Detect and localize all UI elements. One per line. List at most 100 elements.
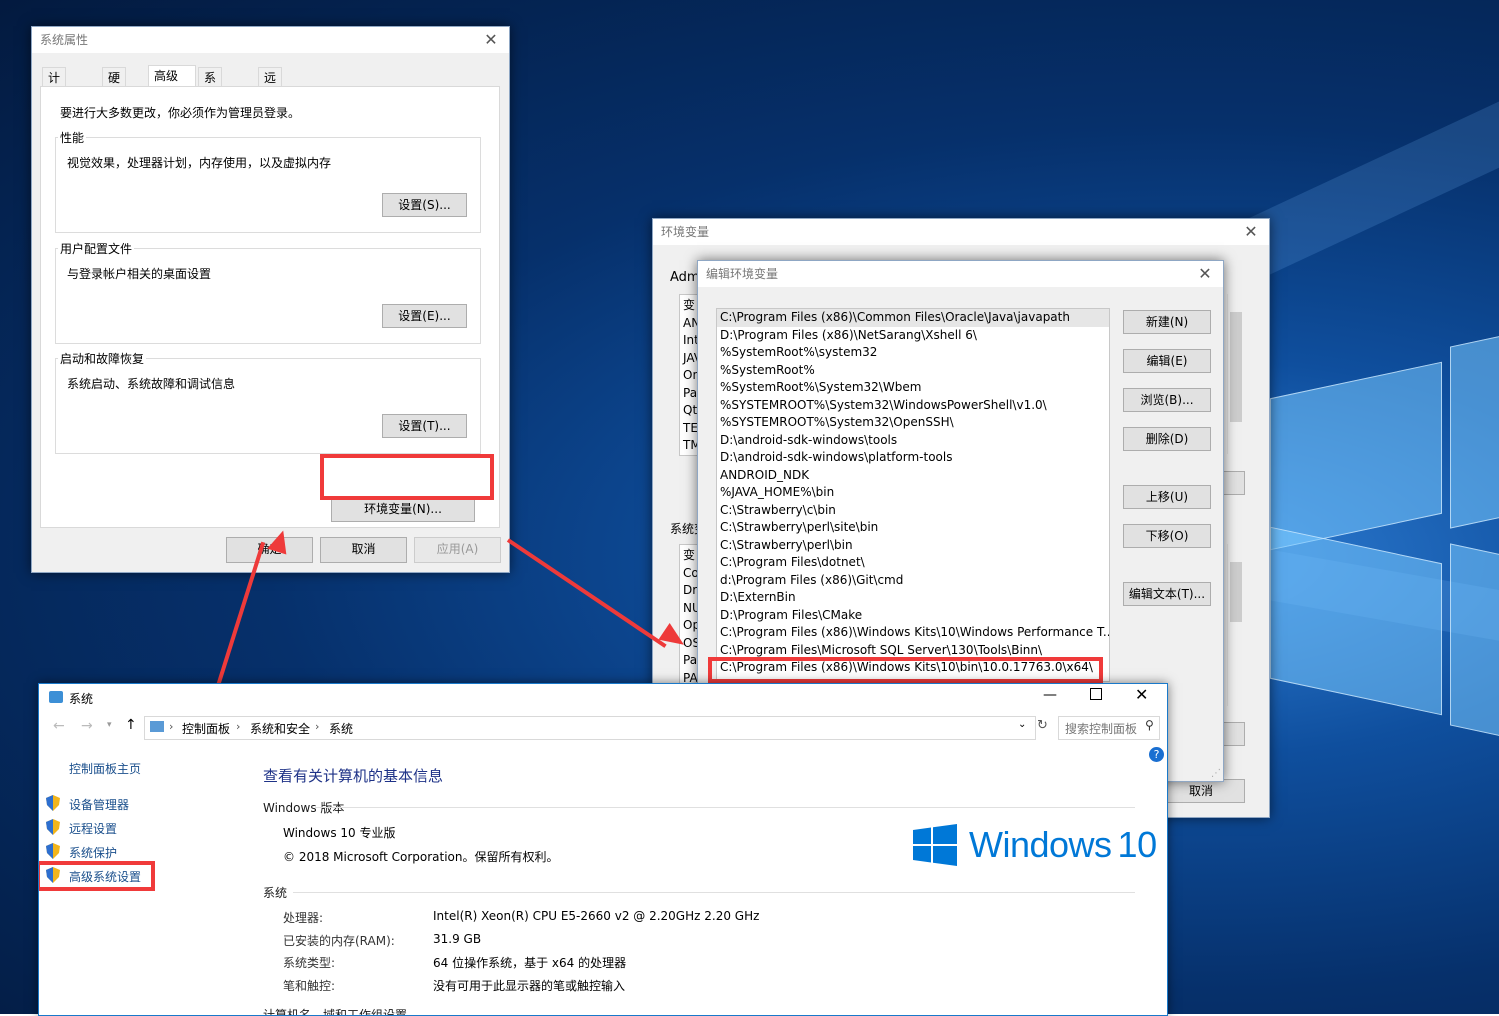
editenv-title: 编辑环境变量 bbox=[706, 267, 779, 281]
copyright: © 2018 Microsoft Corporation。保留所有权利。 bbox=[283, 850, 559, 864]
move-down-button[interactable]: 下移(O) bbox=[1123, 524, 1211, 548]
edition-name: Windows 10 专业版 bbox=[283, 826, 396, 840]
close-icon[interactable]: ✕ bbox=[1195, 261, 1215, 287]
path-list-item[interactable]: %SystemRoot%\system32 bbox=[717, 344, 1109, 362]
close-icon[interactable]: ✕ bbox=[1135, 685, 1148, 704]
scrollbar-thumb[interactable] bbox=[1230, 312, 1242, 422]
shield-icon bbox=[46, 843, 64, 859]
new-button[interactable]: 新建(N) bbox=[1123, 310, 1211, 334]
startup-label: 启动和故障恢复 bbox=[58, 350, 147, 367]
tab-remote[interactable]: 远程 bbox=[258, 67, 283, 105]
breadcrumb-sep-icon: › bbox=[169, 720, 174, 733]
system-vars-scrollbar[interactable] bbox=[1227, 544, 1244, 706]
user-vars-scrollbar[interactable] bbox=[1227, 294, 1244, 454]
windows-10-logo-text: Windows 10 bbox=[969, 824, 1157, 866]
desktop-logo-pane bbox=[1450, 333, 1499, 529]
logo-number: 10 bbox=[1117, 824, 1158, 865]
search-icon[interactable]: ⚲ bbox=[1145, 718, 1154, 732]
apply-button[interactable]: 应用(A) bbox=[414, 537, 501, 563]
system-titlebar: 系统 — ✕ bbox=[39, 684, 1167, 712]
shield-icon bbox=[46, 819, 64, 835]
editenv-titlebar: 编辑环境变量 ✕ bbox=[698, 261, 1223, 287]
highlight-box bbox=[708, 657, 1103, 683]
performance-settings-button[interactable]: 设置(S)... bbox=[382, 193, 467, 217]
startup-settings-button[interactable]: 设置(T)... bbox=[382, 414, 467, 438]
page-title: 查看有关计算机的基本信息 bbox=[263, 767, 444, 785]
edit-button[interactable]: 编辑(E) bbox=[1123, 349, 1211, 373]
breadcrumb-item[interactable]: 系统和安全 bbox=[250, 720, 310, 737]
refresh-icon[interactable]: ↻ bbox=[1037, 718, 1048, 733]
maximize-icon[interactable] bbox=[1090, 688, 1102, 700]
path-list-item[interactable]: C:\Program Files\dotnet\ bbox=[717, 554, 1109, 572]
computer-icon bbox=[49, 691, 63, 703]
profile-settings-button[interactable]: 设置(E)... bbox=[382, 304, 467, 328]
divider bbox=[315, 807, 1135, 808]
sysprops-title: 系统属性 bbox=[40, 33, 89, 47]
path-list-item[interactable]: D:\Program Files\CMake bbox=[717, 607, 1109, 625]
path-list-item[interactable]: C:\Strawberry\c\bin bbox=[717, 502, 1109, 520]
path-list-item[interactable]: %SYSTEMROOT%\System32\WindowsPowerShell\… bbox=[717, 397, 1109, 415]
env-cancel-button[interactable]: 取消 bbox=[1157, 779, 1245, 803]
path-list-item[interactable]: C:\Program Files (x86)\Windows Kits\10\W… bbox=[717, 624, 1109, 642]
spec-label: 系统类型: bbox=[283, 956, 336, 970]
chevron-down-icon[interactable]: ⌄ bbox=[1018, 719, 1026, 730]
startup-desc: 系统启动、系统故障和调试信息 bbox=[67, 377, 236, 391]
path-list-item[interactable]: d:\Program Files (x86)\Git\cmd bbox=[717, 572, 1109, 590]
startup-group: 启动和故障恢复 系统启动、系统故障和调试信息 设置(T)... bbox=[55, 350, 481, 454]
path-list-item[interactable]: C:\Strawberry\perl\site\bin bbox=[717, 519, 1109, 537]
path-list-item[interactable]: C:\Strawberry\perl\bin bbox=[717, 537, 1109, 555]
divider bbox=[293, 892, 1135, 893]
path-list-item[interactable]: D:\android-sdk-windows\platform-tools bbox=[717, 449, 1109, 467]
help-icon[interactable]: ? bbox=[1149, 747, 1164, 762]
recent-dropdown-icon[interactable]: ▾ bbox=[107, 720, 112, 730]
tab-computer-name[interactable]: 计算机名 bbox=[42, 67, 67, 145]
profile-label: 用户配置文件 bbox=[58, 240, 135, 257]
path-list-item[interactable]: ANDROID_NDK bbox=[717, 467, 1109, 485]
profile-group: 用户配置文件 与登录帐户相关的桌面设置 设置(E)... bbox=[55, 240, 481, 344]
breadcrumb-item[interactable]: 控制面板 bbox=[182, 720, 230, 737]
sidebar-home[interactable]: 控制面板主页 bbox=[69, 760, 141, 777]
resize-grip-icon[interactable]: ⋰ bbox=[1211, 768, 1221, 779]
tab-system-protection[interactable]: 系统保护 bbox=[198, 67, 223, 145]
delete-button[interactable]: 删除(D) bbox=[1123, 427, 1211, 451]
sidebar-item-system-protection[interactable]: 系统保护 bbox=[69, 844, 117, 861]
back-icon[interactable]: ← bbox=[53, 718, 65, 734]
path-list-item[interactable]: C:\Program Files (x86)\Common Files\Orac… bbox=[717, 309, 1109, 327]
path-list: C:\Program Files (x86)\Common Files\Orac… bbox=[716, 308, 1110, 682]
up-icon[interactable]: ↑ bbox=[125, 717, 137, 733]
minimize-icon[interactable]: — bbox=[1043, 687, 1057, 703]
address-bar-row: ← → ▾ ↑ › 控制面板 › 系统和安全 › 系统 ⌄ ↻ 搜索控制面板 ⚲ bbox=[39, 715, 1167, 741]
shield-icon bbox=[46, 795, 64, 811]
breadcrumb[interactable]: › 控制面板 › 系统和安全 › 系统 ⌄ bbox=[144, 716, 1036, 740]
cancel-button[interactable]: 取消 bbox=[320, 537, 407, 563]
tab-hardware[interactable]: 硬件 bbox=[102, 67, 127, 105]
browse-button[interactable]: 浏览(B)... bbox=[1123, 388, 1211, 412]
spec-value: 64 位操作系统，基于 x64 的处理器 bbox=[433, 956, 627, 970]
performance-desc: 视觉效果，处理器计划，内存使用，以及虚拟内存 bbox=[67, 156, 332, 170]
breadcrumb-item[interactable]: 系统 bbox=[329, 720, 353, 737]
search-input[interactable]: 搜索控制面板 bbox=[1065, 720, 1137, 737]
path-list-item[interactable]: %SYSTEMROOT%\System32\OpenSSH\ bbox=[717, 414, 1109, 432]
path-list-item[interactable]: %JAVA_HOME%\bin bbox=[717, 484, 1109, 502]
spec-label: 笔和触控: bbox=[283, 979, 336, 993]
close-icon[interactable]: ✕ bbox=[481, 27, 501, 53]
move-up-button[interactable]: 上移(U) bbox=[1123, 485, 1211, 509]
path-list-item[interactable]: D:\Program Files (x86)\NetSarang\Xshell … bbox=[717, 327, 1109, 345]
performance-group: 性能 视觉效果，处理器计划，内存使用，以及虚拟内存 设置(S)... bbox=[55, 129, 481, 233]
desktop-logo-pane bbox=[1270, 526, 1442, 716]
path-list-item[interactable]: D:\ExternBin bbox=[717, 589, 1109, 607]
search-box[interactable]: 搜索控制面板 ⚲ bbox=[1058, 716, 1160, 740]
path-list-item[interactable]: %SystemRoot%\System32\Wbem bbox=[717, 379, 1109, 397]
desktop-logo-pane bbox=[1270, 361, 1442, 551]
forward-icon[interactable]: → bbox=[81, 718, 93, 734]
path-list-item[interactable]: D:\android-sdk-windows\tools bbox=[717, 432, 1109, 450]
spec-value: 31.9 GB bbox=[433, 932, 482, 946]
edit-text-button[interactable]: 编辑文本(T)... bbox=[1123, 582, 1211, 606]
system-properties-dialog: 系统属性 ✕ 计算机名 硬件 高级 系统保护 远程 要进行大多数更改，你必须作为… bbox=[31, 26, 510, 573]
path-list-item[interactable]: %SystemRoot% bbox=[717, 362, 1109, 380]
sidebar-item-remote-settings[interactable]: 远程设置 bbox=[69, 820, 117, 837]
close-icon[interactable]: ✕ bbox=[1241, 219, 1261, 245]
spec-label: 处理器: bbox=[283, 911, 324, 925]
scrollbar-thumb[interactable] bbox=[1230, 562, 1242, 622]
sidebar-item-device-manager[interactable]: 设备管理器 bbox=[69, 796, 129, 813]
